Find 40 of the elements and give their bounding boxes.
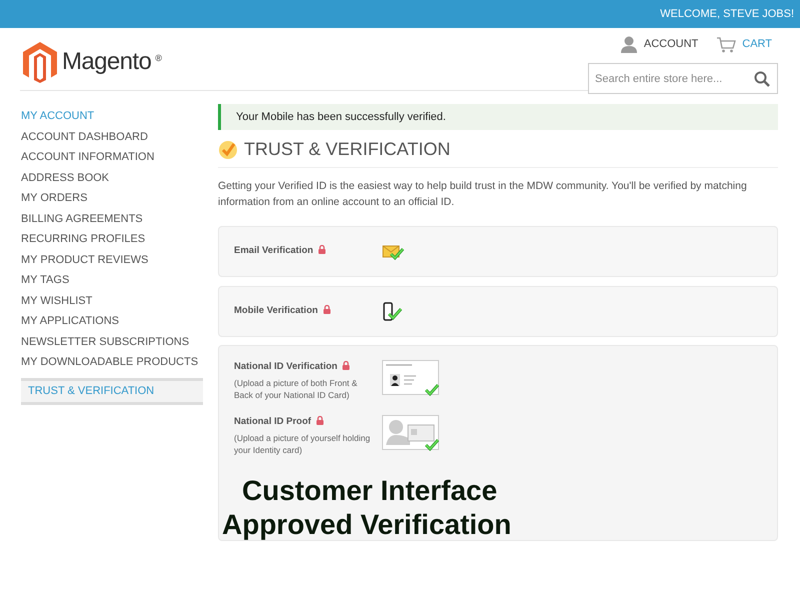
- verified-badge-icon: [218, 140, 238, 160]
- sidebar-item[interactable]: MY DOWNLOADABLE PRODUCTS: [21, 355, 203, 376]
- sidebar-item[interactable]: NEWSLETTER SUBSCRIPTIONS: [21, 334, 203, 355]
- sidebar-item[interactable]: MY TAGS: [21, 273, 203, 294]
- verification-description: (Upload a picture of yourself holding your Identity card): [234, 432, 372, 456]
- verification-label: National ID Verification: [234, 361, 338, 372]
- search-icon[interactable]: [754, 71, 770, 87]
- search-field[interactable]: Search entire store here...: [588, 63, 778, 94]
- page-title: TRUST & VERIFICATION: [244, 138, 450, 161]
- lock-icon: [318, 245, 326, 254]
- sidebar-item[interactable]: RECURRING PROFILES: [21, 232, 203, 252]
- verification-label: Email Verification: [234, 245, 314, 256]
- verification-label: Mobile Verification: [234, 305, 318, 316]
- success-message: Your Mobile has been successfully verified.: [236, 110, 446, 125]
- registered-mark: ®: [155, 52, 162, 65]
- verification-label: National ID Proof: [234, 416, 312, 427]
- sidebar-item[interactable]: MY ORDERS: [21, 191, 203, 212]
- caption-text: Customer Interface: [242, 474, 498, 508]
- logo-icon: [22, 41, 58, 83]
- phone-check-icon: [382, 302, 402, 322]
- welcome-text: WELCOME, STEVE JOBS!: [660, 6, 794, 22]
- lock-icon: [322, 305, 331, 314]
- sidebar-heading: MY ACCOUNT: [21, 109, 96, 124]
- account-link[interactable]: ACCOUNT: [620, 36, 698, 53]
- verification-description: (Upload a picture of both Front & Back of your National ID Card): [234, 377, 358, 401]
- lock-icon: [342, 361, 350, 370]
- lock-icon: [316, 416, 324, 425]
- sidebar-item[interactable]: MY PRODUCT REVIEWS: [21, 252, 203, 273]
- caption-text: Approved Verification: [222, 508, 512, 542]
- cart-icon: [716, 36, 736, 52]
- intro-paragraph: Getting your Verified ID is the easiest way to help build trust in the MDW community. You'll be verified by matching information from an online account to an official ID.: [218, 179, 748, 210]
- envelope-check-icon: [382, 242, 404, 260]
- sidebar-item[interactable]: BILLING AGREEMENTS: [21, 212, 203, 232]
- sidebar-item[interactable]: MY APPLICATIONS: [21, 314, 203, 334]
- sidebar-item[interactable]: ADDRESS BOOK: [21, 170, 203, 191]
- sidebar-item[interactable]: ACCOUNT INFORMATION: [21, 150, 203, 170]
- sidebar-item[interactable]: MY WISHLIST: [21, 294, 203, 314]
- user-icon: [620, 36, 638, 53]
- logo-text[interactable]: Magento: [62, 44, 152, 80]
- sidebar-item[interactable]: ACCOUNT DASHBOARD: [21, 130, 203, 150]
